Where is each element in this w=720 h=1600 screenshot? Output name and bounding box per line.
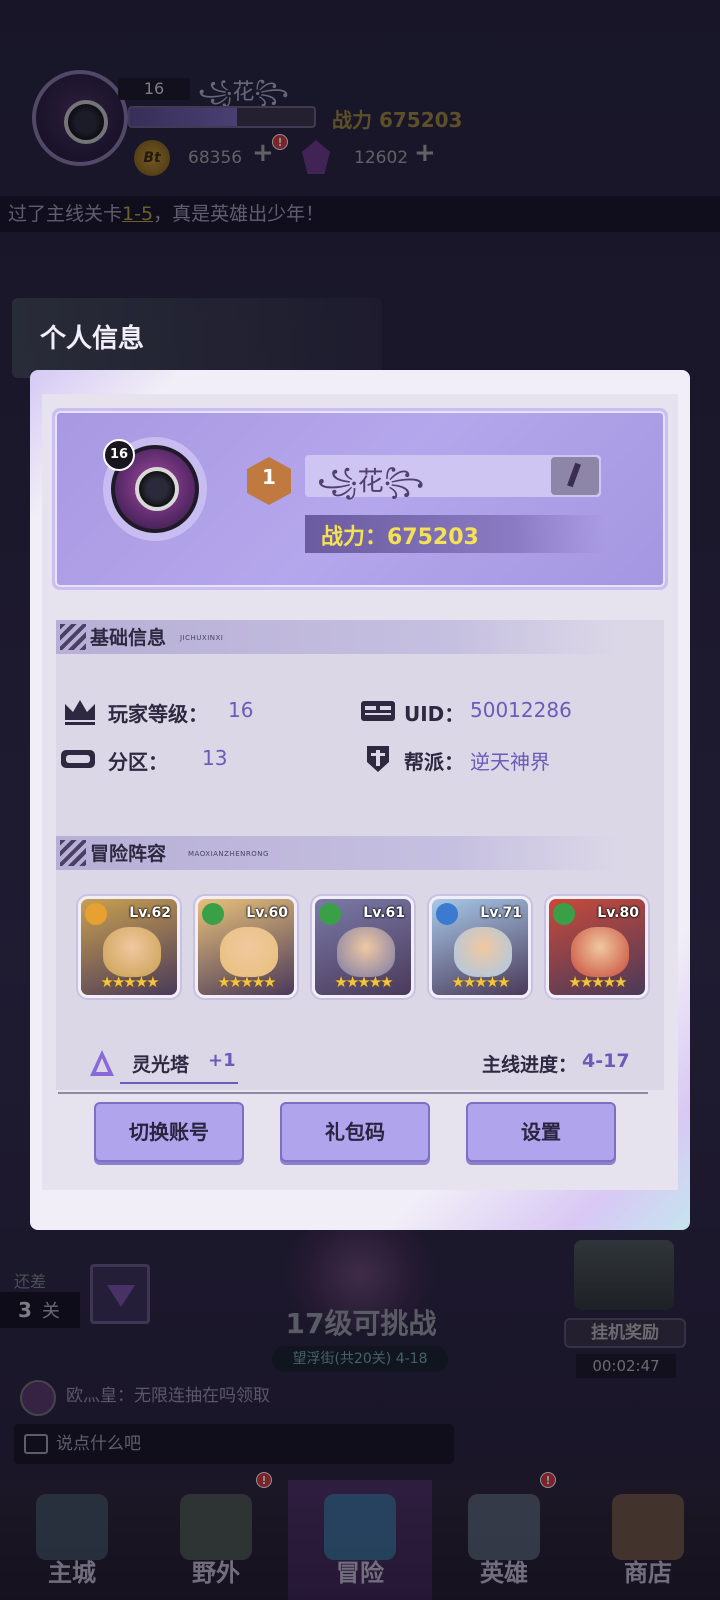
lineup-section: 冒险阵容 MAOXIANZHENRONG Lv.62 ★★★★★ Lv.60 ★★★★…	[56, 836, 664, 1090]
switch-account-button[interactable]: 切换账号	[94, 1102, 244, 1162]
hero-class-icon	[436, 903, 458, 925]
basic-info-header: 基础信息 JICHUXINXI	[56, 620, 616, 654]
divider	[58, 1092, 648, 1094]
hero-level: Lv.60	[246, 905, 288, 921]
player-level-label: 玩家等级：	[108, 702, 208, 726]
stripes-icon	[60, 840, 86, 866]
hero-row: Lv.62 ★★★★★ Lv.60 ★★★★★ Lv.61 ★★★★★ Lv.71 ★★★★★…	[56, 896, 664, 1006]
hero-card[interactable]: Lv.62 ★★★★★	[78, 896, 180, 998]
hero-level: Lv.62	[129, 905, 171, 921]
hero-level: Lv.80	[597, 905, 639, 921]
hero-card[interactable]: Lv.60 ★★★★★	[195, 896, 297, 998]
pen-icon	[567, 462, 581, 488]
rank-badge-icon: 1	[247, 457, 291, 505]
profile-card: 16 1 ꧁花꧂ 战力：675203	[52, 408, 668, 590]
tower-value: +1	[208, 1050, 236, 1071]
main-progress-value: 4-17	[582, 1050, 630, 1072]
basic-info-subtitle: JICHUXINXI	[180, 634, 224, 642]
profile-modal: 16 1 ꧁花꧂ 战力：675203 基础信息 JICHUXINXI 玩家等级：…	[30, 370, 690, 1230]
panel-title: 个人信息	[40, 324, 145, 354]
edit-name-button[interactable]	[551, 457, 599, 495]
hero-stars: ★★★★★	[568, 973, 627, 991]
hero-class-icon	[319, 903, 341, 925]
profile-power: 战力：675203	[321, 525, 479, 550]
rank-number: 1	[262, 465, 276, 489]
player-level-value: 16	[228, 698, 254, 722]
tower-label: 灵光塔	[132, 1054, 190, 1076]
tower-underline	[120, 1082, 238, 1084]
uid-label: UID：	[404, 702, 465, 726]
hero-portrait	[337, 927, 395, 977]
hero-stars: ★★★★★	[334, 973, 393, 991]
main-progress-label: 主线进度：	[482, 1054, 578, 1076]
guild-shield-icon	[367, 746, 389, 772]
hero-portrait	[103, 927, 161, 977]
hero-portrait	[571, 927, 629, 977]
tower-icon	[90, 1050, 114, 1076]
id-card-icon	[361, 701, 395, 721]
guild-label: 帮派：	[404, 750, 464, 774]
profile-name: ꧁花꧂	[317, 467, 425, 497]
lineup-title: 冒险阵容	[90, 843, 167, 865]
hero-stars: ★★★★★	[451, 973, 510, 991]
crown-icon	[65, 700, 95, 725]
hero-stars: ★★★★★	[100, 973, 159, 991]
settings-button[interactable]: 设置	[466, 1102, 616, 1162]
hero-portrait	[220, 927, 278, 977]
basic-info-title: 基础信息	[90, 627, 167, 649]
basic-info-section: 基础信息 JICHUXINXI 玩家等级： 16 UID： 50012286 分…	[56, 620, 664, 836]
lineup-header: 冒险阵容 MAOXIANZHENRONG	[56, 836, 616, 870]
zone-label: 分区：	[108, 750, 168, 774]
hero-class-icon	[553, 903, 575, 925]
gift-code-button[interactable]: 礼包码	[280, 1102, 430, 1162]
uid-value: 50012286	[470, 698, 572, 722]
stripes-icon	[60, 624, 86, 650]
hero-card[interactable]: Lv.80 ★★★★★	[546, 896, 648, 998]
guild-value: 逆天神界	[470, 750, 550, 774]
profile-level-badge: 16	[103, 439, 135, 471]
hero-level: Lv.61	[363, 905, 405, 921]
hero-card[interactable]: Lv.71 ★★★★★	[429, 896, 531, 998]
zone-value: 13	[202, 746, 228, 770]
hero-class-icon	[85, 903, 107, 925]
hero-stars: ★★★★★	[217, 973, 276, 991]
lineup-subtitle: MAOXIANZHENRONG	[188, 850, 269, 858]
hero-card[interactable]: Lv.61 ★★★★★	[312, 896, 414, 998]
hero-class-icon	[202, 903, 224, 925]
hero-portrait	[454, 927, 512, 977]
hero-level: Lv.71	[480, 905, 522, 921]
modal-body: 16 1 ꧁花꧂ 战力：675203 基础信息 JICHUXINXI 玩家等级：…	[42, 394, 678, 1190]
server-icon	[61, 750, 95, 768]
